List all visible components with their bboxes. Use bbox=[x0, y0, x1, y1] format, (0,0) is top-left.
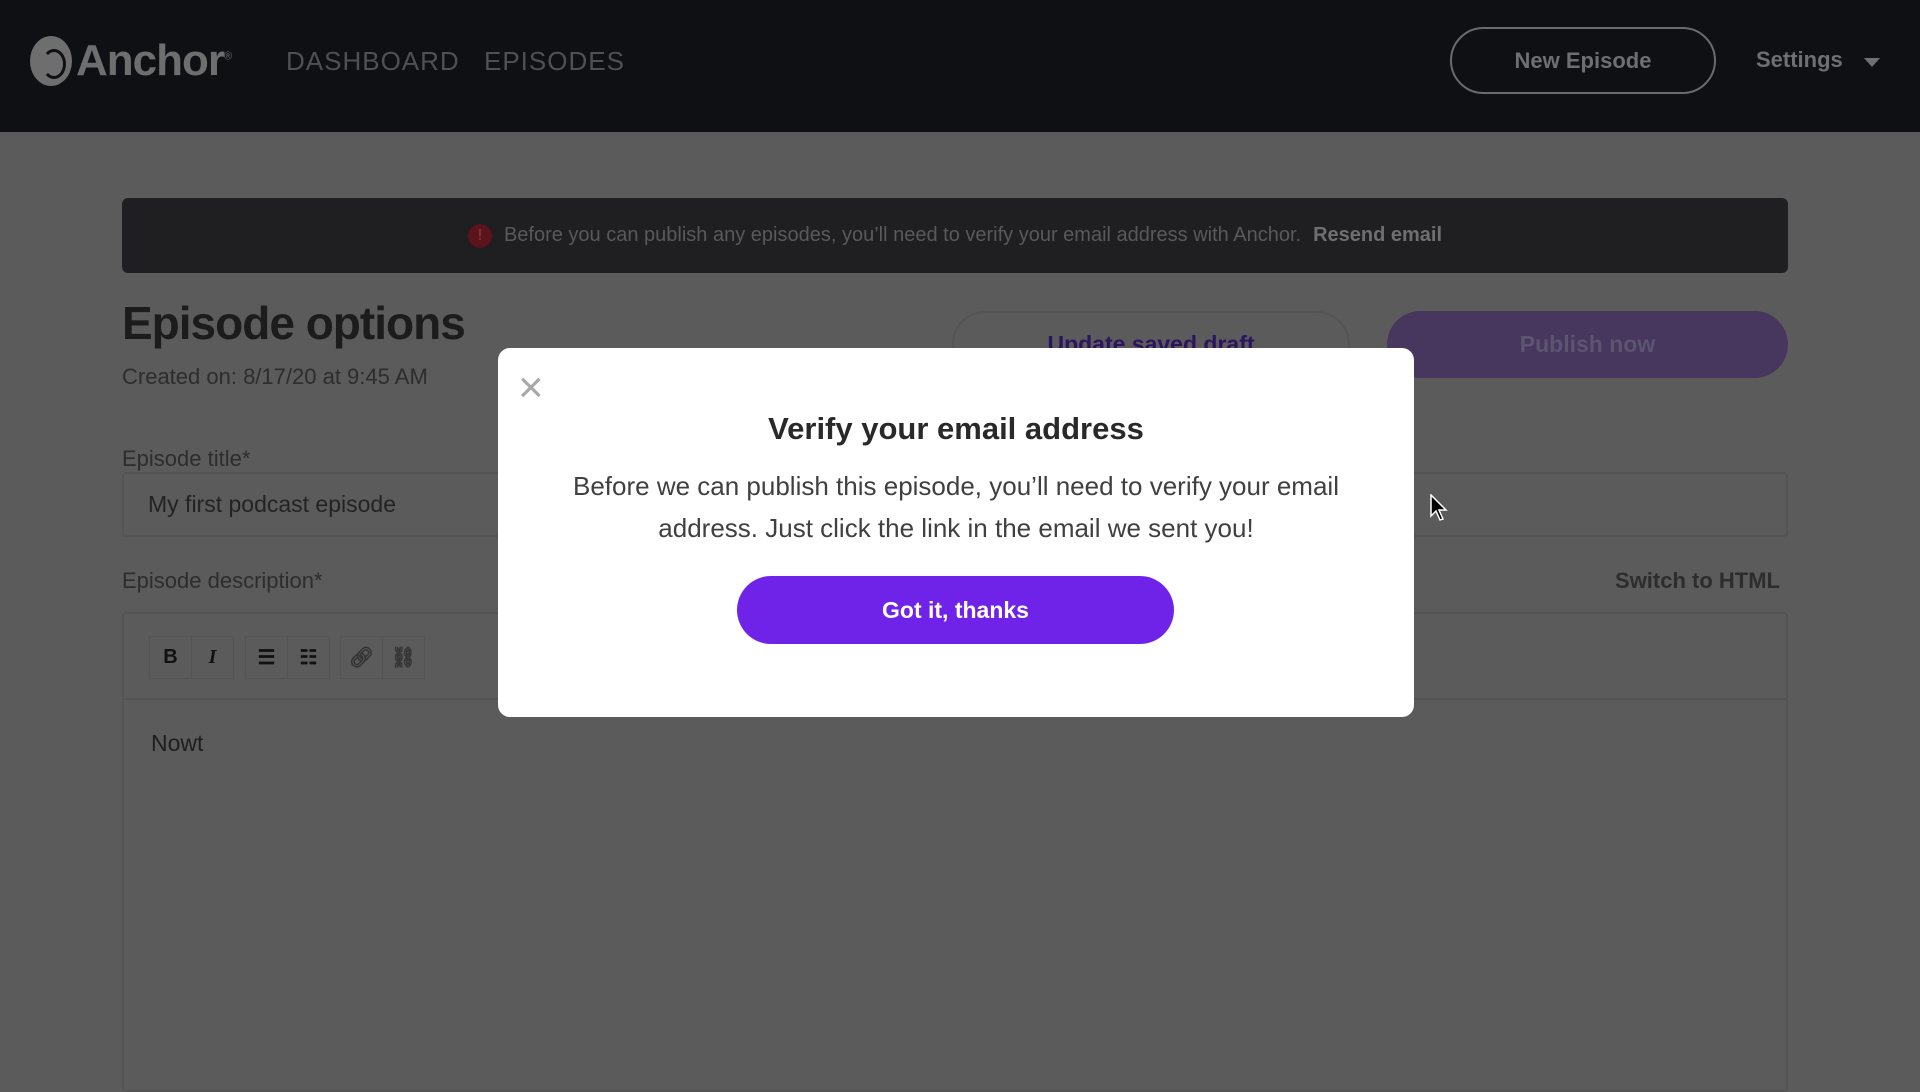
unlink-icon[interactable]: ⛓︎ bbox=[382, 636, 425, 679]
alert-icon: ! bbox=[467, 223, 492, 248]
verify-email-modal: × Verify your email address Before we ca… bbox=[498, 348, 1414, 717]
italic-button[interactable]: I bbox=[191, 636, 234, 679]
brand-name: Anchor bbox=[76, 36, 225, 85]
anchor-logo[interactable]: Anchor® bbox=[30, 36, 232, 86]
anchor-logo-icon bbox=[30, 36, 72, 86]
bold-button[interactable]: B bbox=[149, 636, 192, 679]
bullet-list-icon[interactable]: ☰ bbox=[245, 636, 288, 679]
nav-dashboard[interactable]: DASHBOARD bbox=[286, 46, 460, 77]
top-nav-bar: Anchor® DASHBOARD EPISODES New Episode S… bbox=[0, 0, 1920, 132]
close-icon[interactable]: × bbox=[518, 366, 544, 410]
link-icon[interactable]: 🔗︎ bbox=[340, 636, 383, 679]
created-date: Created on: 8/17/20 at 9:45 AM bbox=[122, 364, 428, 389]
modal-title: Verify your email address bbox=[768, 411, 1144, 446]
banner-text: Before you can publish any episodes, you… bbox=[503, 224, 1302, 246]
got-it-button[interactable]: Got it, thanks bbox=[737, 576, 1174, 644]
verify-email-banner: ! Before you can publish any episodes, y… bbox=[122, 198, 1788, 273]
resend-email-link[interactable]: Resend email bbox=[1313, 224, 1442, 247]
page-title: Episode options bbox=[122, 297, 466, 349]
numbered-list-icon[interactable]: ☷ bbox=[287, 636, 330, 679]
modal-text: Before we can publish this episode, you’… bbox=[573, 471, 1339, 543]
settings-menu[interactable]: Settings bbox=[1756, 47, 1843, 73]
publish-now-button[interactable]: Publish now bbox=[1387, 311, 1788, 378]
description-text: Nowt bbox=[151, 730, 204, 756]
nav-episodes[interactable]: EPISODES bbox=[484, 46, 625, 77]
mouse-cursor-icon bbox=[1430, 494, 1448, 521]
new-episode-button[interactable]: New Episode bbox=[1450, 27, 1716, 94]
episode-title-label: Episode title* bbox=[122, 446, 251, 471]
switch-to-html-link[interactable]: Switch to HTML bbox=[1615, 568, 1780, 594]
chevron-down-icon[interactable] bbox=[1864, 58, 1880, 67]
episode-description-label: Episode description* bbox=[122, 568, 323, 593]
